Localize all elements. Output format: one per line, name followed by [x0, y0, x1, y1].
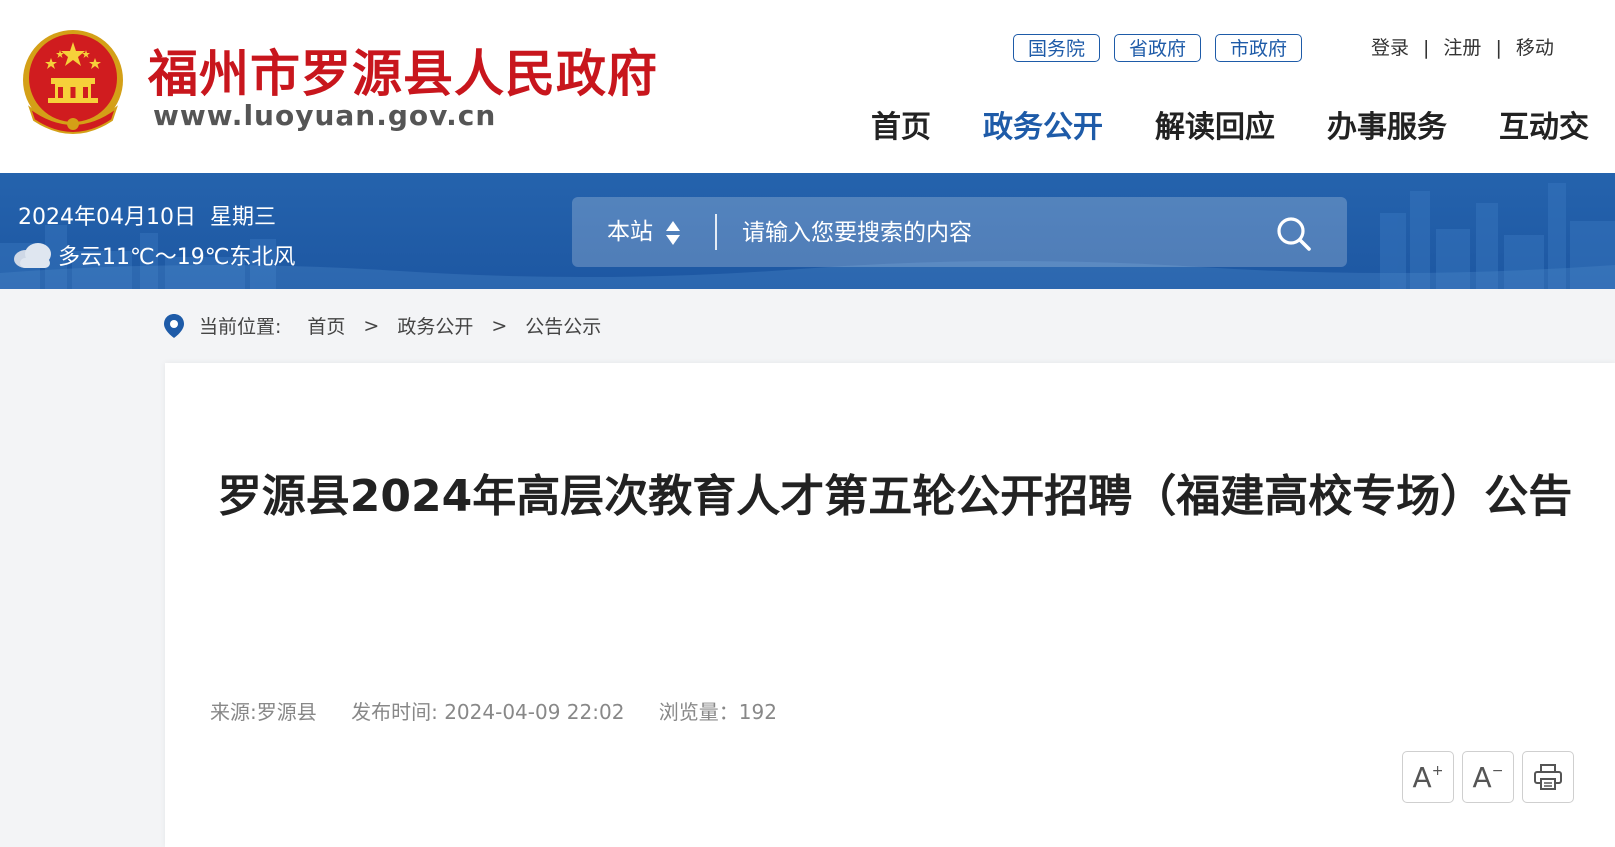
register-link[interactable]: 注册	[1443, 37, 1481, 59]
gov-links: 国务院 省政府 市政府	[1013, 34, 1303, 62]
breadcrumb-home[interactable]: 首页	[307, 312, 345, 339]
article-tools: A + A −	[1402, 751, 1574, 803]
user-links-separator: |	[1423, 37, 1430, 59]
breadcrumb-announcements[interactable]: 公告公示	[525, 312, 601, 339]
weekday-text: 星期三	[209, 205, 276, 230]
article-title: 罗源县2024年高层次教育人才第五轮公开招聘（福建高校专场）公告	[217, 471, 1573, 522]
gov-link-city[interactable]: 市政府	[1215, 34, 1303, 62]
print-button[interactable]	[1522, 751, 1574, 803]
info-search-band: 2024年04月10日 星期三 多云11℃～19℃东北风 本站	[0, 173, 1615, 289]
search-scope-select[interactable]: 本站	[607, 197, 653, 267]
weather-display: 多云11℃～19℃东北风	[12, 239, 295, 271]
nav-interaction[interactable]: 互动交	[1499, 102, 1589, 146]
sort-arrows-icon[interactable]	[665, 220, 681, 246]
breadcrumb-separator: >	[363, 314, 380, 337]
search-icon[interactable]	[1274, 214, 1314, 254]
search-input[interactable]	[740, 212, 1264, 254]
location-pin-icon	[164, 313, 184, 338]
search-box: 本站	[572, 197, 1347, 267]
font-decrease-button[interactable]: A −	[1462, 751, 1514, 803]
breadcrumb-government-affairs[interactable]: 政务公开	[397, 312, 473, 339]
user-links-separator: |	[1495, 37, 1502, 59]
nav-interpretation[interactable]: 解读回应	[1155, 102, 1275, 146]
search-divider	[715, 214, 717, 250]
mobile-link[interactable]: 移动	[1516, 37, 1554, 59]
site-url: www.luoyuan.gov.cn	[153, 99, 497, 132]
font-decrease-letter: A	[1472, 760, 1492, 794]
date-display: 2024年04月10日 星期三	[18, 199, 276, 231]
breadcrumb-separator: >	[491, 314, 508, 337]
nav-home[interactable]: 首页	[871, 102, 931, 146]
cloud-icon	[14, 243, 51, 268]
gov-link-province[interactable]: 省政府	[1114, 34, 1202, 62]
nav-services[interactable]: 办事服务	[1327, 102, 1447, 146]
plus-icon: +	[1431, 763, 1444, 779]
gov-link-state-council[interactable]: 国务院	[1013, 34, 1101, 62]
weather-text: 多云11℃～19℃东北风	[58, 245, 296, 270]
user-links: 登录 | 注册 | 移动	[1371, 34, 1554, 62]
main-nav: 首页 政务公开 解读回应 办事服务 互动交	[871, 102, 1615, 146]
breadcrumb: 当前位置: 首页 > 政务公开 > 公告公示	[163, 312, 601, 339]
minus-icon: −	[1491, 763, 1504, 779]
nav-government-affairs[interactable]: 政务公开	[983, 102, 1103, 146]
article-publish-time: 发布时间: 2024-04-09 22:02	[351, 700, 625, 724]
font-increase-button[interactable]: A +	[1402, 751, 1454, 803]
article-source: 来源:罗源县	[210, 700, 317, 724]
date-text: 2024年04月10日	[18, 205, 196, 230]
font-increase-letter: A	[1412, 760, 1432, 794]
breadcrumb-label: 当前位置:	[199, 316, 282, 338]
article-meta: 来源:罗源县 发布时间: 2024-04-09 22:02 浏览量：192	[210, 696, 805, 725]
site-header: 福州市罗源县人民政府 www.luoyuan.gov.cn 国务院 省政府 市政…	[0, 0, 1615, 173]
login-link[interactable]: 登录	[1371, 37, 1409, 59]
article-views: 浏览量：192	[658, 700, 777, 724]
national-emblem-icon	[23, 30, 123, 134]
article-panel: 罗源县2024年高层次教育人才第五轮公开招聘（福建高校专场）公告 来源:罗源县 …	[165, 363, 1615, 847]
site-title: 福州市罗源县人民政府	[148, 44, 658, 103]
printer-icon	[1534, 764, 1562, 790]
